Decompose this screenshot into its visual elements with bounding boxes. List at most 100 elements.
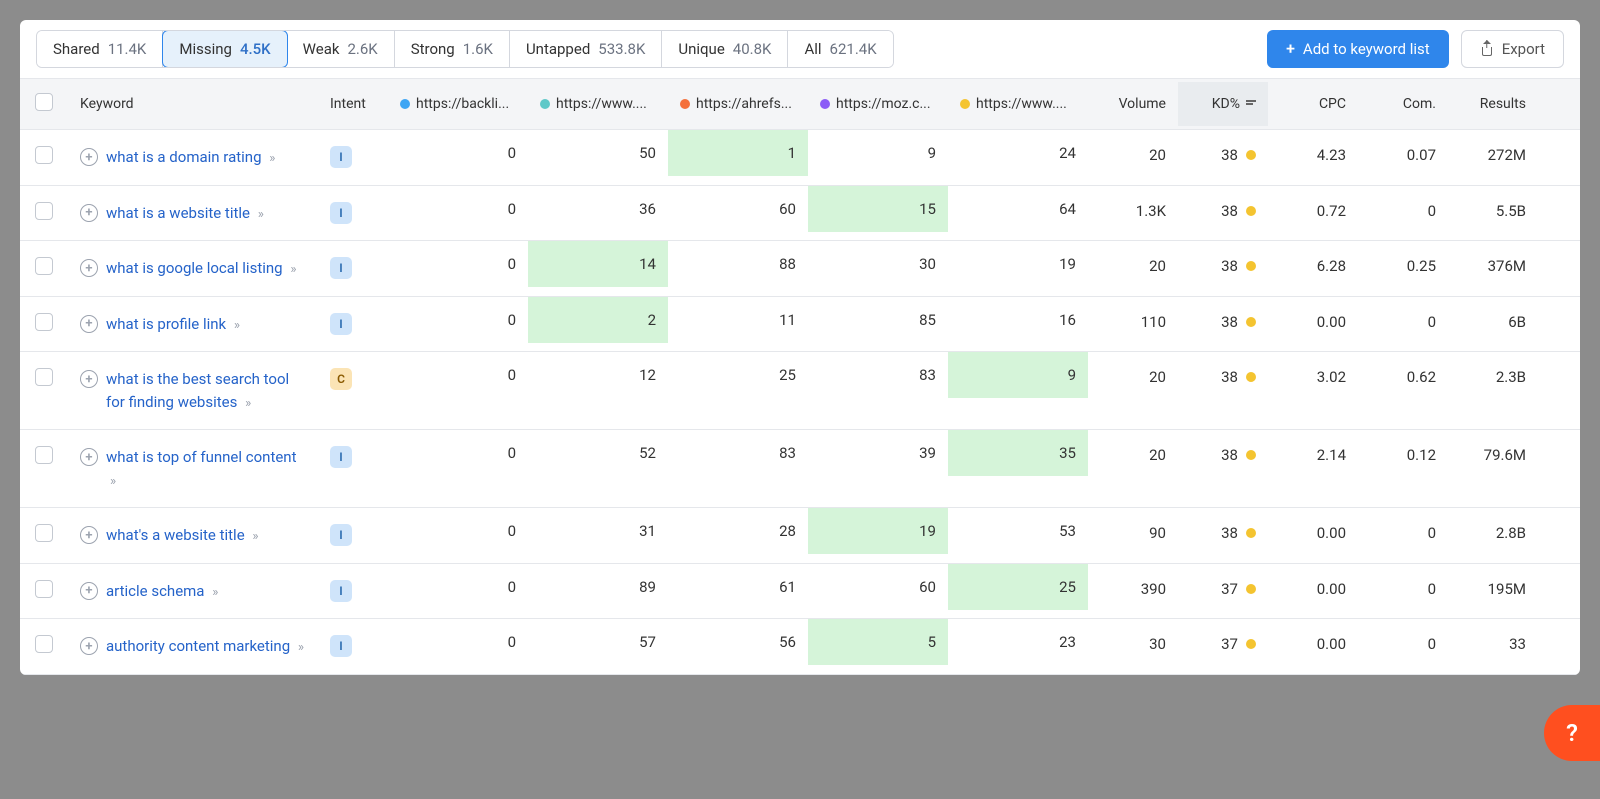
expand-icon[interactable]: +	[80, 148, 98, 166]
domain-rank-cell: 52	[528, 430, 668, 476]
intent-badge: C	[330, 368, 352, 390]
keyword-link[interactable]: what's a website title »	[106, 524, 258, 547]
kd-indicator-icon	[1246, 528, 1256, 538]
row-checkbox[interactable]	[35, 524, 53, 542]
domain-rank-cell: 53	[948, 508, 1088, 554]
filter-tab-untapped[interactable]: Untapped533.8K	[510, 31, 662, 67]
header-domain-0[interactable]: https://backli...	[388, 92, 528, 116]
header-cpc[interactable]: CPC	[1268, 92, 1358, 116]
domain-rank-cell: 25	[668, 352, 808, 398]
filter-tab-unique[interactable]: Unique 40.8K	[662, 31, 788, 67]
domain-rank-cell: 88	[668, 241, 808, 287]
kd-value: 37	[1221, 580, 1238, 598]
row-checkbox[interactable]	[35, 202, 53, 220]
keyword-link[interactable]: what is a website title »	[106, 202, 264, 225]
header-intent[interactable]: Intent	[318, 92, 388, 116]
header-domain-3[interactable]: https://moz.c...	[808, 92, 948, 116]
kd-indicator-icon	[1246, 317, 1256, 327]
filter-tab-shared[interactable]: Shared11.4K	[37, 31, 163, 67]
intent-badge: I	[330, 635, 352, 657]
row-checkbox-cell	[20, 444, 68, 466]
filter-tab-strong[interactable]: Strong1.6K	[395, 31, 510, 67]
intent-cell: I	[318, 578, 388, 604]
results-cell: 2.3B	[1448, 366, 1538, 388]
filter-tab-missing[interactable]: Missing4.5K	[162, 30, 287, 68]
keyword-cell: + what is a domain rating »	[68, 144, 318, 171]
row-checkbox[interactable]	[35, 635, 53, 653]
expand-icon[interactable]: +	[80, 259, 98, 277]
header-domain-2[interactable]: https://ahrefs...	[668, 92, 808, 116]
results-cell: 5.5B	[1448, 200, 1538, 222]
header-volume[interactable]: Volume	[1088, 92, 1178, 116]
keyword-link[interactable]: what is a domain rating »	[106, 146, 275, 169]
row-checkbox[interactable]	[35, 313, 53, 331]
header-com[interactable]: Com.	[1358, 92, 1448, 116]
help-icon: ?	[1566, 719, 1578, 747]
filter-tab-label: Unique	[678, 40, 724, 58]
export-button[interactable]: Export	[1461, 30, 1564, 68]
volume-cell: 90	[1088, 522, 1178, 544]
chevrons-icon: »	[290, 262, 296, 277]
expand-icon[interactable]: +	[80, 204, 98, 222]
kd-cell: 38	[1178, 444, 1268, 466]
domain-rank-cell: 57	[528, 619, 668, 665]
com-cell: 0	[1358, 578, 1448, 600]
cpc-cell: 3.02	[1268, 366, 1358, 388]
intent-cell: I	[318, 633, 388, 659]
row-checkbox-cell	[20, 311, 68, 333]
expand-icon[interactable]: +	[80, 370, 98, 388]
header-domain-3-label: https://moz.c...	[836, 96, 931, 112]
header-results[interactable]: Results	[1448, 92, 1538, 116]
keyword-link[interactable]: what is the best search tool for finding…	[106, 368, 306, 413]
expand-icon[interactable]: +	[80, 637, 98, 655]
keyword-link[interactable]: what is google local listing »	[106, 257, 296, 280]
filter-tab-label: Untapped	[526, 40, 590, 58]
kd-value: 38	[1221, 368, 1238, 386]
domain-rank-cell: 64	[948, 186, 1088, 232]
kd-indicator-icon	[1246, 584, 1256, 594]
domain-rank-cell: 24	[948, 130, 1088, 176]
row-checkbox[interactable]	[35, 146, 53, 164]
intent-badge: I	[330, 202, 352, 224]
expand-icon[interactable]: +	[80, 315, 98, 333]
results-cell: 79.6M	[1448, 444, 1538, 466]
filter-tab-weak[interactable]: Weak 2.6K	[287, 31, 395, 67]
cpc-cell: 0.00	[1268, 311, 1358, 333]
kd-value: 37	[1221, 635, 1238, 653]
domain-rank-cell: 12	[528, 352, 668, 398]
domain-rank-cell: 25	[948, 564, 1088, 610]
filter-tab-count: 40.8K	[733, 40, 772, 58]
row-checkbox-cell	[20, 633, 68, 655]
domain-rank-cell: 16	[948, 297, 1088, 343]
expand-icon[interactable]: +	[80, 526, 98, 544]
row-checkbox[interactable]	[35, 257, 53, 275]
row-checkbox[interactable]	[35, 580, 53, 598]
help-button[interactable]: ?	[1544, 705, 1600, 761]
domain-rank-cell: 15	[808, 186, 948, 232]
domain-dot-purple	[820, 99, 830, 109]
header-keyword[interactable]: Keyword	[68, 92, 318, 116]
expand-icon[interactable]: +	[80, 448, 98, 466]
filter-tab-all[interactable]: All621.4K	[788, 31, 892, 67]
header-domain-4[interactable]: https://www....	[948, 92, 1088, 116]
filter-tab-label: Weak	[303, 40, 340, 58]
expand-icon[interactable]: +	[80, 582, 98, 600]
header-domain-1[interactable]: https://www....	[528, 92, 668, 116]
select-all-checkbox[interactable]	[35, 93, 53, 111]
row-checkbox[interactable]	[35, 446, 53, 464]
header-kd[interactable]: KD%	[1178, 82, 1268, 126]
intent-cell: I	[318, 200, 388, 226]
add-to-keyword-list-button[interactable]: + Add to keyword list	[1267, 30, 1449, 68]
domain-rank-cell: 0	[388, 241, 528, 287]
keyword-link[interactable]: what is top of funnel content »	[106, 446, 306, 491]
intent-cell: C	[318, 366, 388, 392]
keyword-link[interactable]: what is profile link »	[106, 313, 240, 336]
results-cell: 376M	[1448, 255, 1538, 277]
intent-badge: I	[330, 313, 352, 335]
cpc-cell: 2.14	[1268, 444, 1358, 466]
results-cell: 272M	[1448, 144, 1538, 166]
row-checkbox[interactable]	[35, 368, 53, 386]
filter-tab-count: 2.6K	[347, 40, 377, 58]
keyword-link[interactable]: article schema »	[106, 580, 218, 603]
keyword-link[interactable]: authority content marketing »	[106, 635, 304, 658]
